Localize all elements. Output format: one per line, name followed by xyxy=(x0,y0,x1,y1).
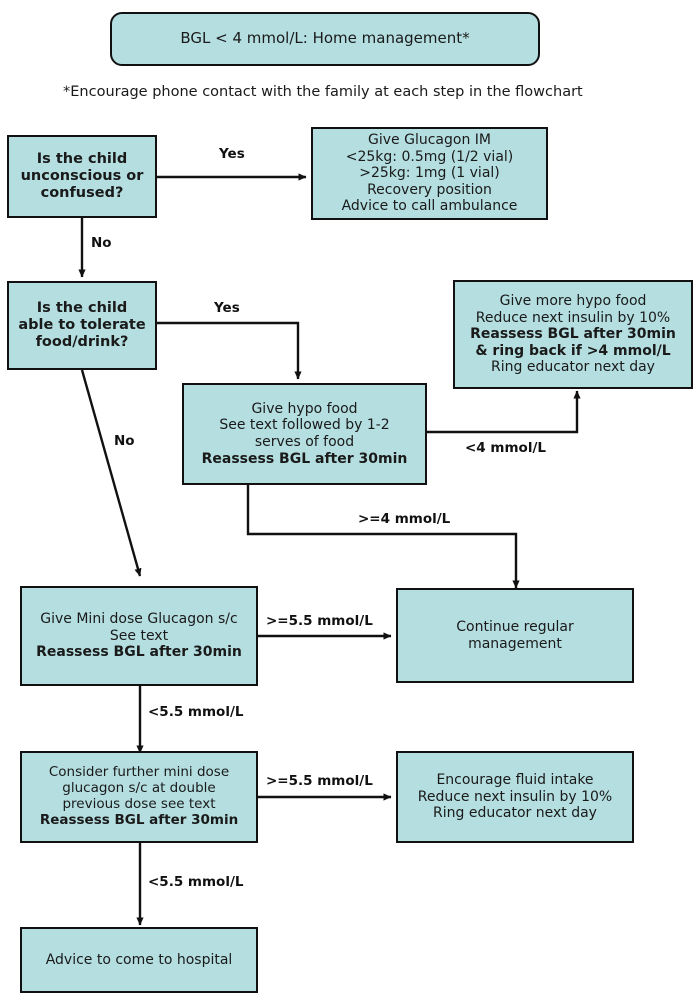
edge-label-no-tolerate: No xyxy=(114,433,135,449)
q-tolerate-line-0: Is the child xyxy=(36,299,128,316)
more-hypo-line-3: & ring back if >4 mmol/L xyxy=(475,342,671,359)
edge-label-lt55-further: <5.5 mmol/L xyxy=(148,874,244,890)
edge-label-lt55-mini: <5.5 mmol/L xyxy=(148,704,244,720)
edge-label-gte55-further: >=5.5 mmol/L xyxy=(266,773,373,789)
node-advice-to-come-to-hospital: Advice to come to hospital xyxy=(20,927,258,993)
flowchart-canvas: BGL < 4 mmol/L: Home management* *Encour… xyxy=(0,0,700,1004)
node-continue-regular-management: Continue regular management xyxy=(396,588,634,683)
further-mini-line-2: previous dose see text xyxy=(62,796,216,812)
further-mini-line-0: Consider further mini dose xyxy=(48,764,230,781)
edge-label-yes-unconscious: Yes xyxy=(219,146,245,162)
further-mini-line-1: glucagon s/c at double xyxy=(62,780,216,797)
glucagon-im-line-4: Advice to call ambulance xyxy=(341,198,518,215)
edge-gte4 xyxy=(246,485,520,589)
subtitle-note: *Encourage phone contact with the family… xyxy=(63,84,583,100)
q-tolerate-line-2: food/drink? xyxy=(35,334,129,351)
continue-line-1: management xyxy=(468,635,562,652)
q-unconscious-line-1: unconscious or xyxy=(20,167,144,184)
edge-lt4 xyxy=(427,390,581,434)
hypo-food-line-0: Give hypo food xyxy=(251,400,358,417)
further-mini-line-3: Reassess BGL after 30min xyxy=(39,811,239,828)
node-give-glucagon-im: Give Glucagon IM <25kg: 0.5mg (1/2 vial)… xyxy=(311,127,548,220)
edge-label-gte4: >=4 mmol/L xyxy=(358,511,451,527)
edge-no-tolerate xyxy=(80,369,142,577)
mini-dose-line-0: Give Mini dose Glucagon s/c xyxy=(40,611,238,628)
node-consider-further-mini-dose: Consider further mini dose glucagon s/c … xyxy=(20,751,258,843)
more-hypo-line-0: Give more hypo food xyxy=(499,293,647,310)
glucagon-im-line-1: <25kg: 0.5mg (1/2 vial) xyxy=(345,148,514,165)
encourage-fluid-line-2: Ring educator next day xyxy=(433,805,597,822)
encourage-fluid-line-1: Reduce next insulin by 10% xyxy=(417,788,613,805)
hypo-food-line-3: Reassess BGL after 30min xyxy=(201,450,408,467)
edge-yes-tolerate xyxy=(157,321,302,380)
more-hypo-line-2: Reassess BGL after 30min xyxy=(470,326,676,343)
q-tolerate-line-1: able to tolerate xyxy=(18,316,146,333)
q-unconscious-line-0: Is the child xyxy=(36,150,128,167)
glucagon-im-line-2: >25kg: 1mg (1 vial) xyxy=(359,165,500,182)
edge-label-gte55-mini: >=5.5 mmol/L xyxy=(266,613,373,629)
glucagon-im-line-0: Give Glucagon IM xyxy=(368,132,491,149)
advice-hospital-line-0: Advice to come to hospital xyxy=(45,951,233,968)
continue-line-0: Continue regular xyxy=(456,618,574,635)
banner-line-0: BGL < 4 mmol/L: Home management* xyxy=(180,29,470,48)
hypo-food-line-2: serves of food xyxy=(254,434,355,450)
mini-dose-line-2: Reassess BGL after 30min xyxy=(36,644,242,661)
node-banner: BGL < 4 mmol/L: Home management* xyxy=(110,12,540,66)
node-give-mini-dose-glucagon: Give Mini dose Glucagon s/c See text Rea… xyxy=(20,586,258,686)
edge-label-yes-tolerate: Yes xyxy=(214,300,240,316)
node-encourage-fluid-intake: Encourage fluid intake Reduce next insul… xyxy=(396,751,634,843)
node-give-more-hypo-food: Give more hypo food Reduce next insulin … xyxy=(453,280,693,389)
glucagon-im-line-3: Recovery position xyxy=(367,181,492,198)
encourage-fluid-line-0: Encourage fluid intake xyxy=(436,772,594,789)
hypo-food-line-1: See text followed by 1-2 xyxy=(219,417,390,434)
edge-label-no-unconscious: No xyxy=(91,235,112,251)
mini-dose-line-1: See text xyxy=(109,627,169,644)
q-unconscious-line-2: confused? xyxy=(40,185,124,202)
node-question-tolerate: Is the child able to tolerate food/drink… xyxy=(7,281,157,370)
node-question-unconscious: Is the child unconscious or confused? xyxy=(7,135,157,218)
edge-label-lt4: <4 mmol/L xyxy=(465,440,546,456)
node-give-hypo-food: Give hypo food See text followed by 1-2 … xyxy=(182,383,427,485)
more-hypo-line-1: Reduce next insulin by 10% xyxy=(475,309,671,326)
more-hypo-line-4: Ring educator next day xyxy=(491,359,655,376)
